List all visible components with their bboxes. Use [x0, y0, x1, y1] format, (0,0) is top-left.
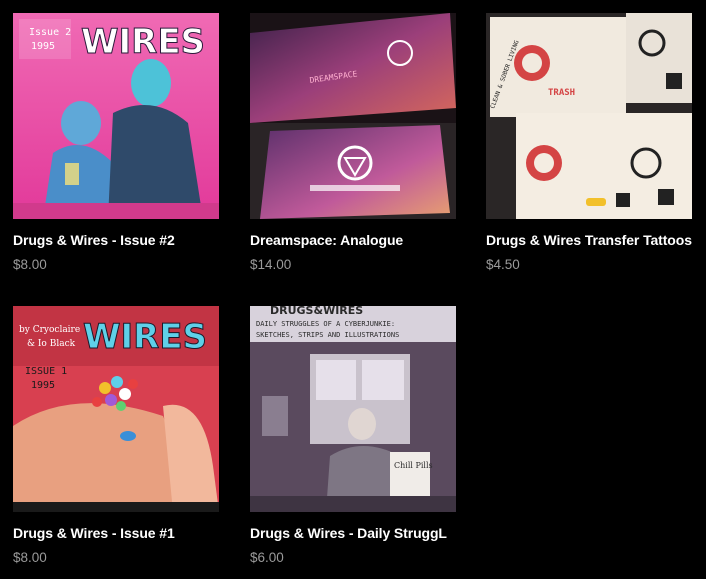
product-title[interactable]: Drugs & Wires - Daily StruggL [250, 525, 456, 542]
product-card[interactable]: by Cryoclaire & Io Black WIRES ISSUE 1 1… [13, 306, 219, 566]
product-title[interactable]: Drugs & Wires - Issue #2 [13, 232, 219, 249]
cover-text: 1995 [31, 41, 55, 52]
cover-title: WIRES [81, 22, 205, 62]
cover-title: WIRES [83, 317, 207, 357]
cover-text: TRASH [548, 88, 575, 98]
cover-text: DAILY STRUGGLES OF A CYBERJUNKIE: [256, 320, 395, 328]
product-price: $8.00 [13, 257, 47, 272]
product-title[interactable]: Drugs & Wires - Issue #1 [13, 525, 219, 542]
product-price: $6.00 [250, 550, 284, 565]
cover-text: & Io Black [27, 339, 76, 349]
product-image[interactable]: DREAMSPACE [250, 13, 456, 219]
product-image[interactable]: Issue 2 1995 WIRES [13, 13, 219, 219]
cover-text: by Cryoclaire [19, 325, 80, 335]
cover-text: ISSUE 1 [25, 366, 67, 377]
product-card[interactable]: TRASH CLEAN & SOBER LIVING Drugs & Wires… [486, 13, 692, 273]
product-image[interactable]: TRASH CLEAN & SOBER LIVING [486, 13, 692, 219]
product-card[interactable]: Issue 2 1995 WIRES Drugs & Wires - Issue… [13, 13, 219, 273]
product-title[interactable]: Dreamspace: Analogue [250, 232, 456, 249]
cover-text: Chill Pills [394, 461, 433, 470]
product-price: $8.00 [13, 550, 47, 565]
cover-text: 1995 [31, 380, 55, 391]
cover-text: SKETCHES, STRIPS AND ILLUSTRATIONS [256, 331, 399, 339]
product-title[interactable]: Drugs & Wires Transfer Tattoos [486, 232, 692, 249]
cover-text: DRUGS&WIRES [270, 306, 363, 317]
product-grid: Issue 2 1995 WIRES Drugs & Wires - Issue… [0, 0, 706, 579]
cover-text: Issue 2 [29, 27, 71, 38]
product-card[interactable]: DREAMSPACE Dreamspace: Analogue $14.00 [250, 13, 456, 273]
product-price: $14.00 [250, 257, 292, 272]
product-image[interactable]: by Cryoclaire & Io Black WIRES ISSUE 1 1… [13, 306, 219, 512]
product-price: $4.50 [486, 257, 520, 272]
product-card[interactable]: DRUGS&WIRES DAILY STRUGGLES OF A CYBERJU… [250, 306, 456, 566]
product-image[interactable]: DRUGS&WIRES DAILY STRUGGLES OF A CYBERJU… [250, 306, 456, 512]
